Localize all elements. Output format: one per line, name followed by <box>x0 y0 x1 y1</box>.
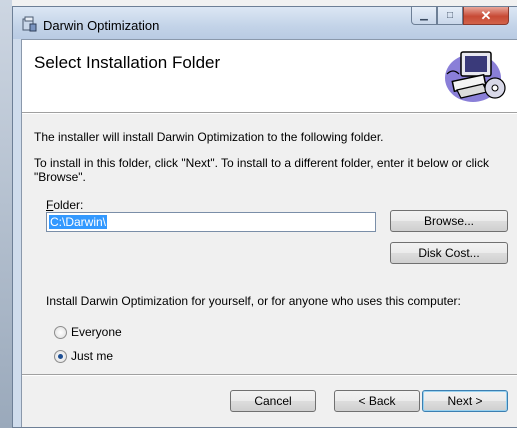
maximize-button[interactable]: □ <box>437 7 463 25</box>
install-scope-question: Install Darwin Optimization for yourself… <box>46 294 461 308</box>
intro-text: The installer will install Darwin Optimi… <box>34 130 384 144</box>
window-controls: ▁ □ ✕ <box>411 7 509 25</box>
folder-label-rest: older: <box>53 198 84 212</box>
instructions-text: To install in this folder, click "Next".… <box>34 156 489 184</box>
maximize-icon: □ <box>446 10 454 21</box>
next-button[interactable]: Next > <box>422 390 508 412</box>
minimize-icon: ▁ <box>420 10 428 21</box>
radio-everyone-control[interactable] <box>54 325 67 339</box>
desktop-background <box>0 0 12 428</box>
radio-selected-dot <box>58 353 63 359</box>
radio-just-me-label: Just me <box>71 349 114 363</box>
minimize-button[interactable]: ▁ <box>411 7 437 25</box>
back-button[interactable]: < Back <box>334 390 420 412</box>
dialog-client-area: Select Installation Folder The installer… <box>21 39 517 427</box>
page-title: Select Installation Folder <box>34 53 221 72</box>
radio-just-me-control[interactable] <box>54 349 67 363</box>
folder-label: Folder: <box>46 198 83 212</box>
footer-divider <box>22 374 517 375</box>
browse-button[interactable]: Browse... <box>390 210 508 232</box>
radio-everyone[interactable]: Everyone <box>54 325 122 339</box>
folder-path-input[interactable]: C:\Darwin\ <box>46 212 376 232</box>
window-title: Darwin Optimization <box>43 18 160 33</box>
title-bar[interactable]: Darwin Optimization ▁ □ ✕ <box>13 7 517 39</box>
radio-just-me[interactable]: Just me <box>54 349 113 363</box>
installer-app-icon <box>22 16 37 32</box>
radio-everyone-label: Everyone <box>71 325 122 339</box>
disk-cost-button[interactable]: Disk Cost... <box>390 242 508 264</box>
close-icon: ✕ <box>480 7 492 23</box>
header-divider <box>22 113 517 114</box>
dialog-header: Select Installation Folder <box>22 40 517 113</box>
close-button[interactable]: ✕ <box>463 7 509 25</box>
cancel-button[interactable]: Cancel <box>230 390 316 412</box>
computer-with-cd-icon <box>445 51 506 102</box>
installer-window: Darwin Optimization ▁ □ ✕ Select Install… <box>12 6 517 428</box>
folder-path-value: C:\Darwin\ <box>49 215 108 229</box>
